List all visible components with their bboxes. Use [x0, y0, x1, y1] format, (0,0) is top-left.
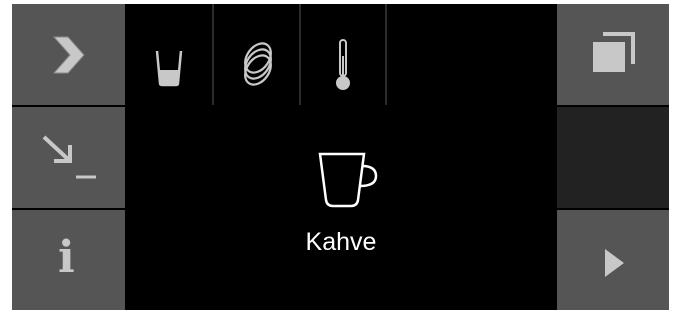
- product-name: Kahve: [305, 228, 377, 256]
- tab-empty: [387, 4, 555, 104]
- empty-slot: [557, 107, 669, 208]
- tab-temperature[interactable]: [301, 4, 385, 104]
- glass-icon: [155, 50, 183, 87]
- play-icon: [605, 249, 624, 277]
- product-display[interactable]: Kahve: [127, 106, 555, 310]
- copy-icon: [593, 32, 635, 72]
- arrow-down-right-icon: [42, 135, 96, 179]
- chevron-right-icon: [52, 36, 85, 74]
- dispense-button[interactable]: [12, 107, 125, 208]
- tab-cup-size[interactable]: [127, 4, 212, 104]
- tab-coffee-strength[interactable]: [214, 4, 299, 104]
- start-button[interactable]: [557, 210, 669, 310]
- duplicate-button[interactable]: [557, 4, 669, 105]
- info-icon: i: [58, 232, 75, 283]
- coffee-cup-icon: [318, 152, 378, 208]
- next-button[interactable]: [12, 4, 125, 105]
- info-button[interactable]: i: [12, 210, 125, 310]
- coffee-beans-icon: [244, 42, 272, 86]
- thermometer-icon: [336, 39, 350, 90]
